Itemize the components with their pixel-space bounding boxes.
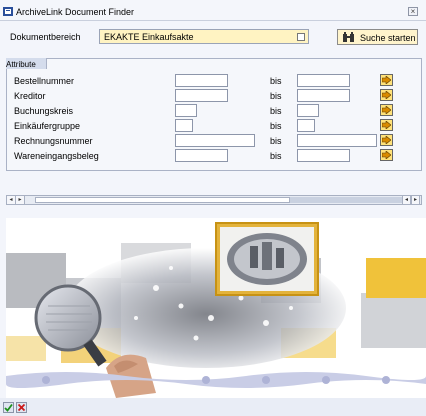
multiple-selection-button[interactable] [380, 89, 393, 101]
arrow-right-icon [382, 106, 391, 114]
arrow-right-icon [382, 76, 391, 84]
buchungskreis-to-input[interactable] [297, 104, 319, 117]
row-label-buchungskreis: Buchungskreis [14, 106, 74, 116]
scrollbar-track [290, 197, 402, 203]
dokumentbereich-field[interactable]: EKAKTE Einkaufsakte [99, 29, 309, 44]
row-to-label: bis [270, 76, 282, 86]
arrow-right-icon [382, 136, 391, 144]
search-button-label: Suche starten [360, 33, 416, 43]
rechnungsnummer-to-input[interactable] [297, 134, 377, 147]
bestellnummer-to-input[interactable] [297, 74, 350, 87]
arrow-right-icon [382, 91, 391, 99]
kreditor-to-input[interactable] [297, 89, 350, 102]
title-divider [0, 20, 426, 21]
scroll-left-icon[interactable]: ◂ [402, 196, 411, 204]
row-to-label: bis [270, 106, 282, 116]
buchungskreis-from-input[interactable] [175, 104, 197, 117]
value-help-icon[interactable] [297, 33, 305, 41]
ok-button[interactable] [3, 402, 14, 413]
multiple-selection-button[interactable] [380, 134, 393, 146]
scroll-left-icon[interactable]: ◂ [7, 196, 16, 204]
row-to-label: bis [270, 151, 282, 161]
row-label-rechnungsnummer: Rechnungsnummer [14, 136, 93, 146]
window-title: ArchiveLink Document Finder [16, 7, 135, 17]
wareneingangsbeleg-to-input[interactable] [297, 149, 350, 162]
einkaeufergruppe-to-input[interactable] [297, 119, 315, 132]
multiple-selection-button[interactable] [380, 119, 393, 131]
multiple-selection-button[interactable] [380, 149, 393, 161]
horizontal-scrollbar[interactable]: ◂ ▸ ◂ ▸ [6, 195, 422, 205]
row-to-label: bis [270, 91, 282, 101]
scroll-right-icon[interactable]: ▸ [16, 196, 25, 204]
checkmark-icon [4, 403, 13, 412]
search-button[interactable]: Suche starten [337, 29, 418, 45]
banner-graphic [6, 218, 426, 398]
multiple-selection-button[interactable] [380, 74, 393, 86]
row-to-label: bis [270, 121, 282, 131]
attribute-tab-label: Attribute [6, 60, 36, 69]
dokumentbereich-label: Dokumentbereich [10, 32, 81, 42]
multiple-selection-button[interactable] [380, 104, 393, 116]
close-icon[interactable]: × [408, 7, 418, 16]
row-to-label: bis [270, 136, 282, 146]
dokumentbereich-value: EKAKTE Einkaufsakte [104, 32, 194, 42]
rechnungsnummer-from-input[interactable] [175, 134, 255, 147]
kreditor-from-input[interactable] [175, 89, 228, 102]
bestellnummer-from-input[interactable] [175, 74, 228, 87]
cancel-button[interactable] [16, 402, 27, 413]
scroll-right-icon[interactable]: ▸ [411, 196, 420, 204]
window-icon [3, 7, 13, 16]
einkaeufergruppe-from-input[interactable] [175, 119, 193, 132]
row-label-einkaeufergruppe: Einkäufergruppe [14, 121, 81, 131]
wareneingangsbeleg-from-input[interactable] [175, 149, 228, 162]
row-label-bestellnummer: Bestellnummer [14, 76, 75, 86]
status-bar [0, 398, 426, 416]
banner-image [6, 218, 426, 398]
row-label-wareneingangsbeleg: Wareneingangsbeleg [14, 151, 99, 161]
row-label-kreditor: Kreditor [14, 91, 46, 101]
binoculars-icon [343, 32, 354, 42]
arrow-right-icon [382, 151, 391, 159]
arrow-right-icon [382, 121, 391, 129]
scrollbar-thumb[interactable] [35, 197, 290, 203]
cancel-x-icon [17, 403, 26, 412]
